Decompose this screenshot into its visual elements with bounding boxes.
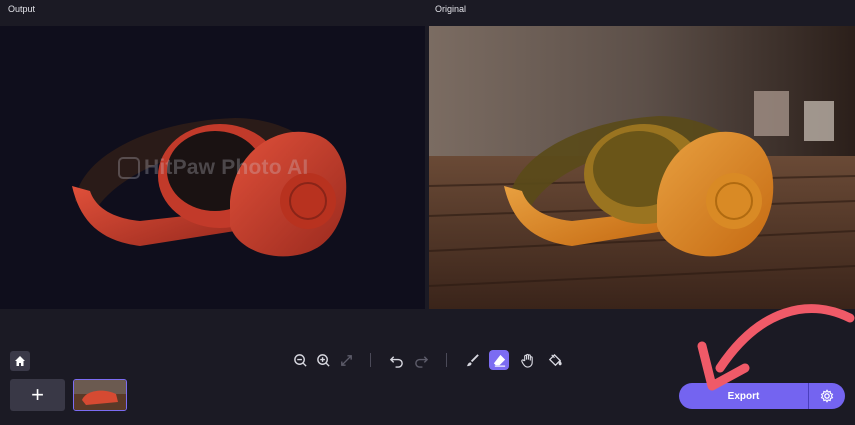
fit-screen-button[interactable] xyxy=(337,351,355,369)
undo-icon xyxy=(389,355,403,368)
hitpaw-logo-icon xyxy=(118,157,140,179)
output-preview: HitPaw Photo AI xyxy=(0,26,425,309)
add-image-button[interactable]: + xyxy=(10,379,65,411)
undo-button[interactable] xyxy=(387,351,405,369)
hand-button[interactable] xyxy=(518,351,536,369)
original-preview xyxy=(429,26,855,309)
toolbar-divider xyxy=(370,353,371,367)
fit-icon xyxy=(340,354,352,366)
redo-button[interactable] xyxy=(412,351,430,369)
thumbnail-image xyxy=(74,380,126,410)
zoom-out-button[interactable] xyxy=(291,351,309,369)
eraser-button[interactable] xyxy=(489,350,509,370)
hand-icon xyxy=(520,353,533,368)
fill-icon xyxy=(548,353,562,366)
plus-icon: + xyxy=(31,382,44,407)
redo-icon xyxy=(414,355,428,368)
original-label: Original xyxy=(435,4,467,14)
watermark: HitPaw Photo AI xyxy=(118,156,308,180)
watermark-text: HitPaw Photo AI xyxy=(144,156,309,179)
image-thumbnail[interactable] xyxy=(73,379,127,411)
zoom-out-icon xyxy=(293,353,307,367)
brush-button[interactable] xyxy=(463,351,481,369)
brush-icon xyxy=(466,353,479,366)
toolbar-divider xyxy=(446,353,447,367)
zoom-in-icon xyxy=(316,353,330,367)
annotation-arrow-icon xyxy=(697,304,855,391)
fill-button[interactable] xyxy=(545,351,563,369)
eraser-icon xyxy=(493,354,505,367)
original-photo-image xyxy=(429,26,855,309)
zoom-in-button[interactable] xyxy=(314,351,332,369)
output-label: Output xyxy=(8,4,36,14)
